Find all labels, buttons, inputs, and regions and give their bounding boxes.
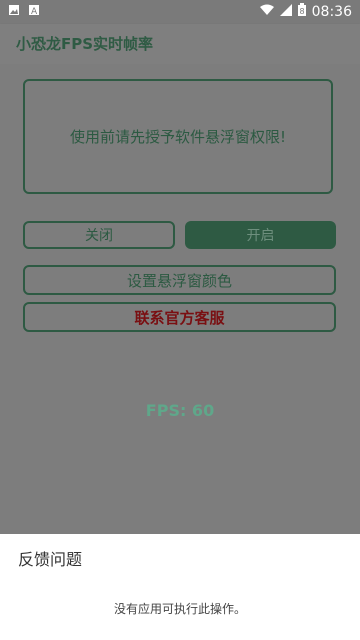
battery-icon: 8	[297, 3, 306, 20]
status-left: A	[8, 4, 40, 20]
svg-text:A: A	[31, 7, 38, 16]
main-content: 使用前请先授予软件悬浮窗权限! 关闭 开启 设置悬浮窗颜色 联系官方客服 FPS…	[0, 64, 360, 534]
status-time: 08:36	[311, 3, 352, 20]
a-icon: A	[28, 4, 40, 20]
set-color-button-label: 设置悬浮窗颜色	[126, 271, 232, 290]
open-button[interactable]: 开启	[185, 221, 336, 249]
battery-level: 8	[299, 7, 304, 16]
contact-support-button-label: 联系官方客服	[134, 308, 225, 327]
open-button-label: 开启	[246, 228, 275, 244]
status-right: 8 08:36	[259, 3, 352, 20]
sheet-message: 没有应用可执行此操作。	[113, 602, 246, 616]
status-bar: A 8 08:36	[0, 0, 360, 24]
permission-notice: 使用前请先授予软件悬浮窗权限!	[23, 79, 333, 194]
app-bar: 小恐龙FPS实时帧率	[0, 24, 360, 64]
image-icon	[8, 4, 20, 20]
wifi-icon	[259, 4, 274, 20]
signal-icon	[279, 3, 292, 20]
app-title: 小恐龙FPS实时帧率	[16, 35, 154, 53]
permission-notice-text: 使用前请先授予软件悬浮窗权限!	[69, 128, 286, 146]
fps-readout: FPS: 60	[145, 401, 215, 420]
close-button[interactable]: 关闭	[23, 221, 175, 249]
set-color-button[interactable]: 设置悬浮窗颜色	[23, 265, 336, 295]
sheet-title: 反馈问题	[18, 550, 83, 569]
contact-support-button[interactable]: 联系官方客服	[23, 302, 336, 332]
feedback-sheet: 反馈问题 没有应用可执行此操作。	[0, 534, 360, 640]
close-button-label: 关闭	[85, 228, 113, 244]
